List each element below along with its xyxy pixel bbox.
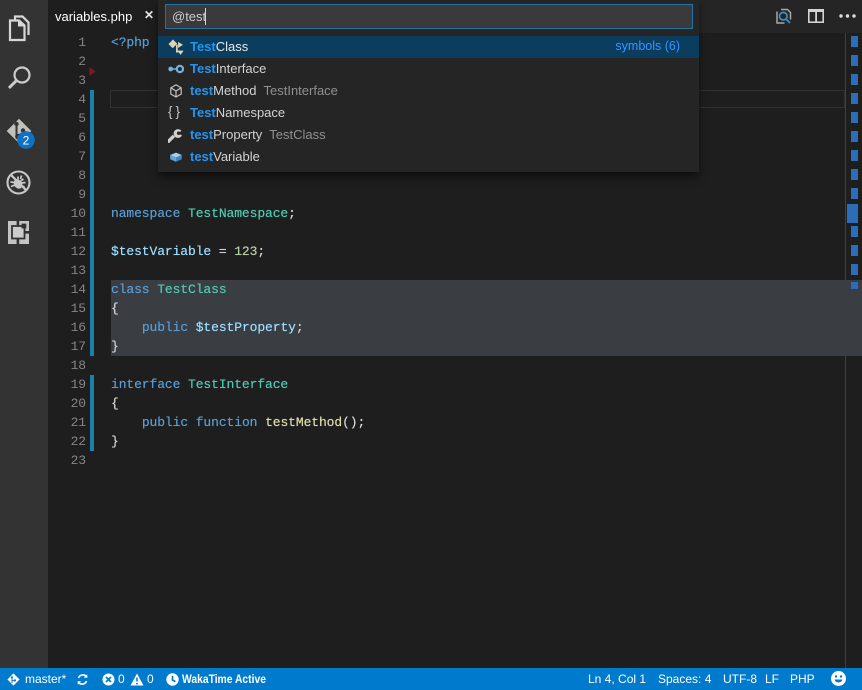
- svg-text:2: 2: [23, 133, 30, 147]
